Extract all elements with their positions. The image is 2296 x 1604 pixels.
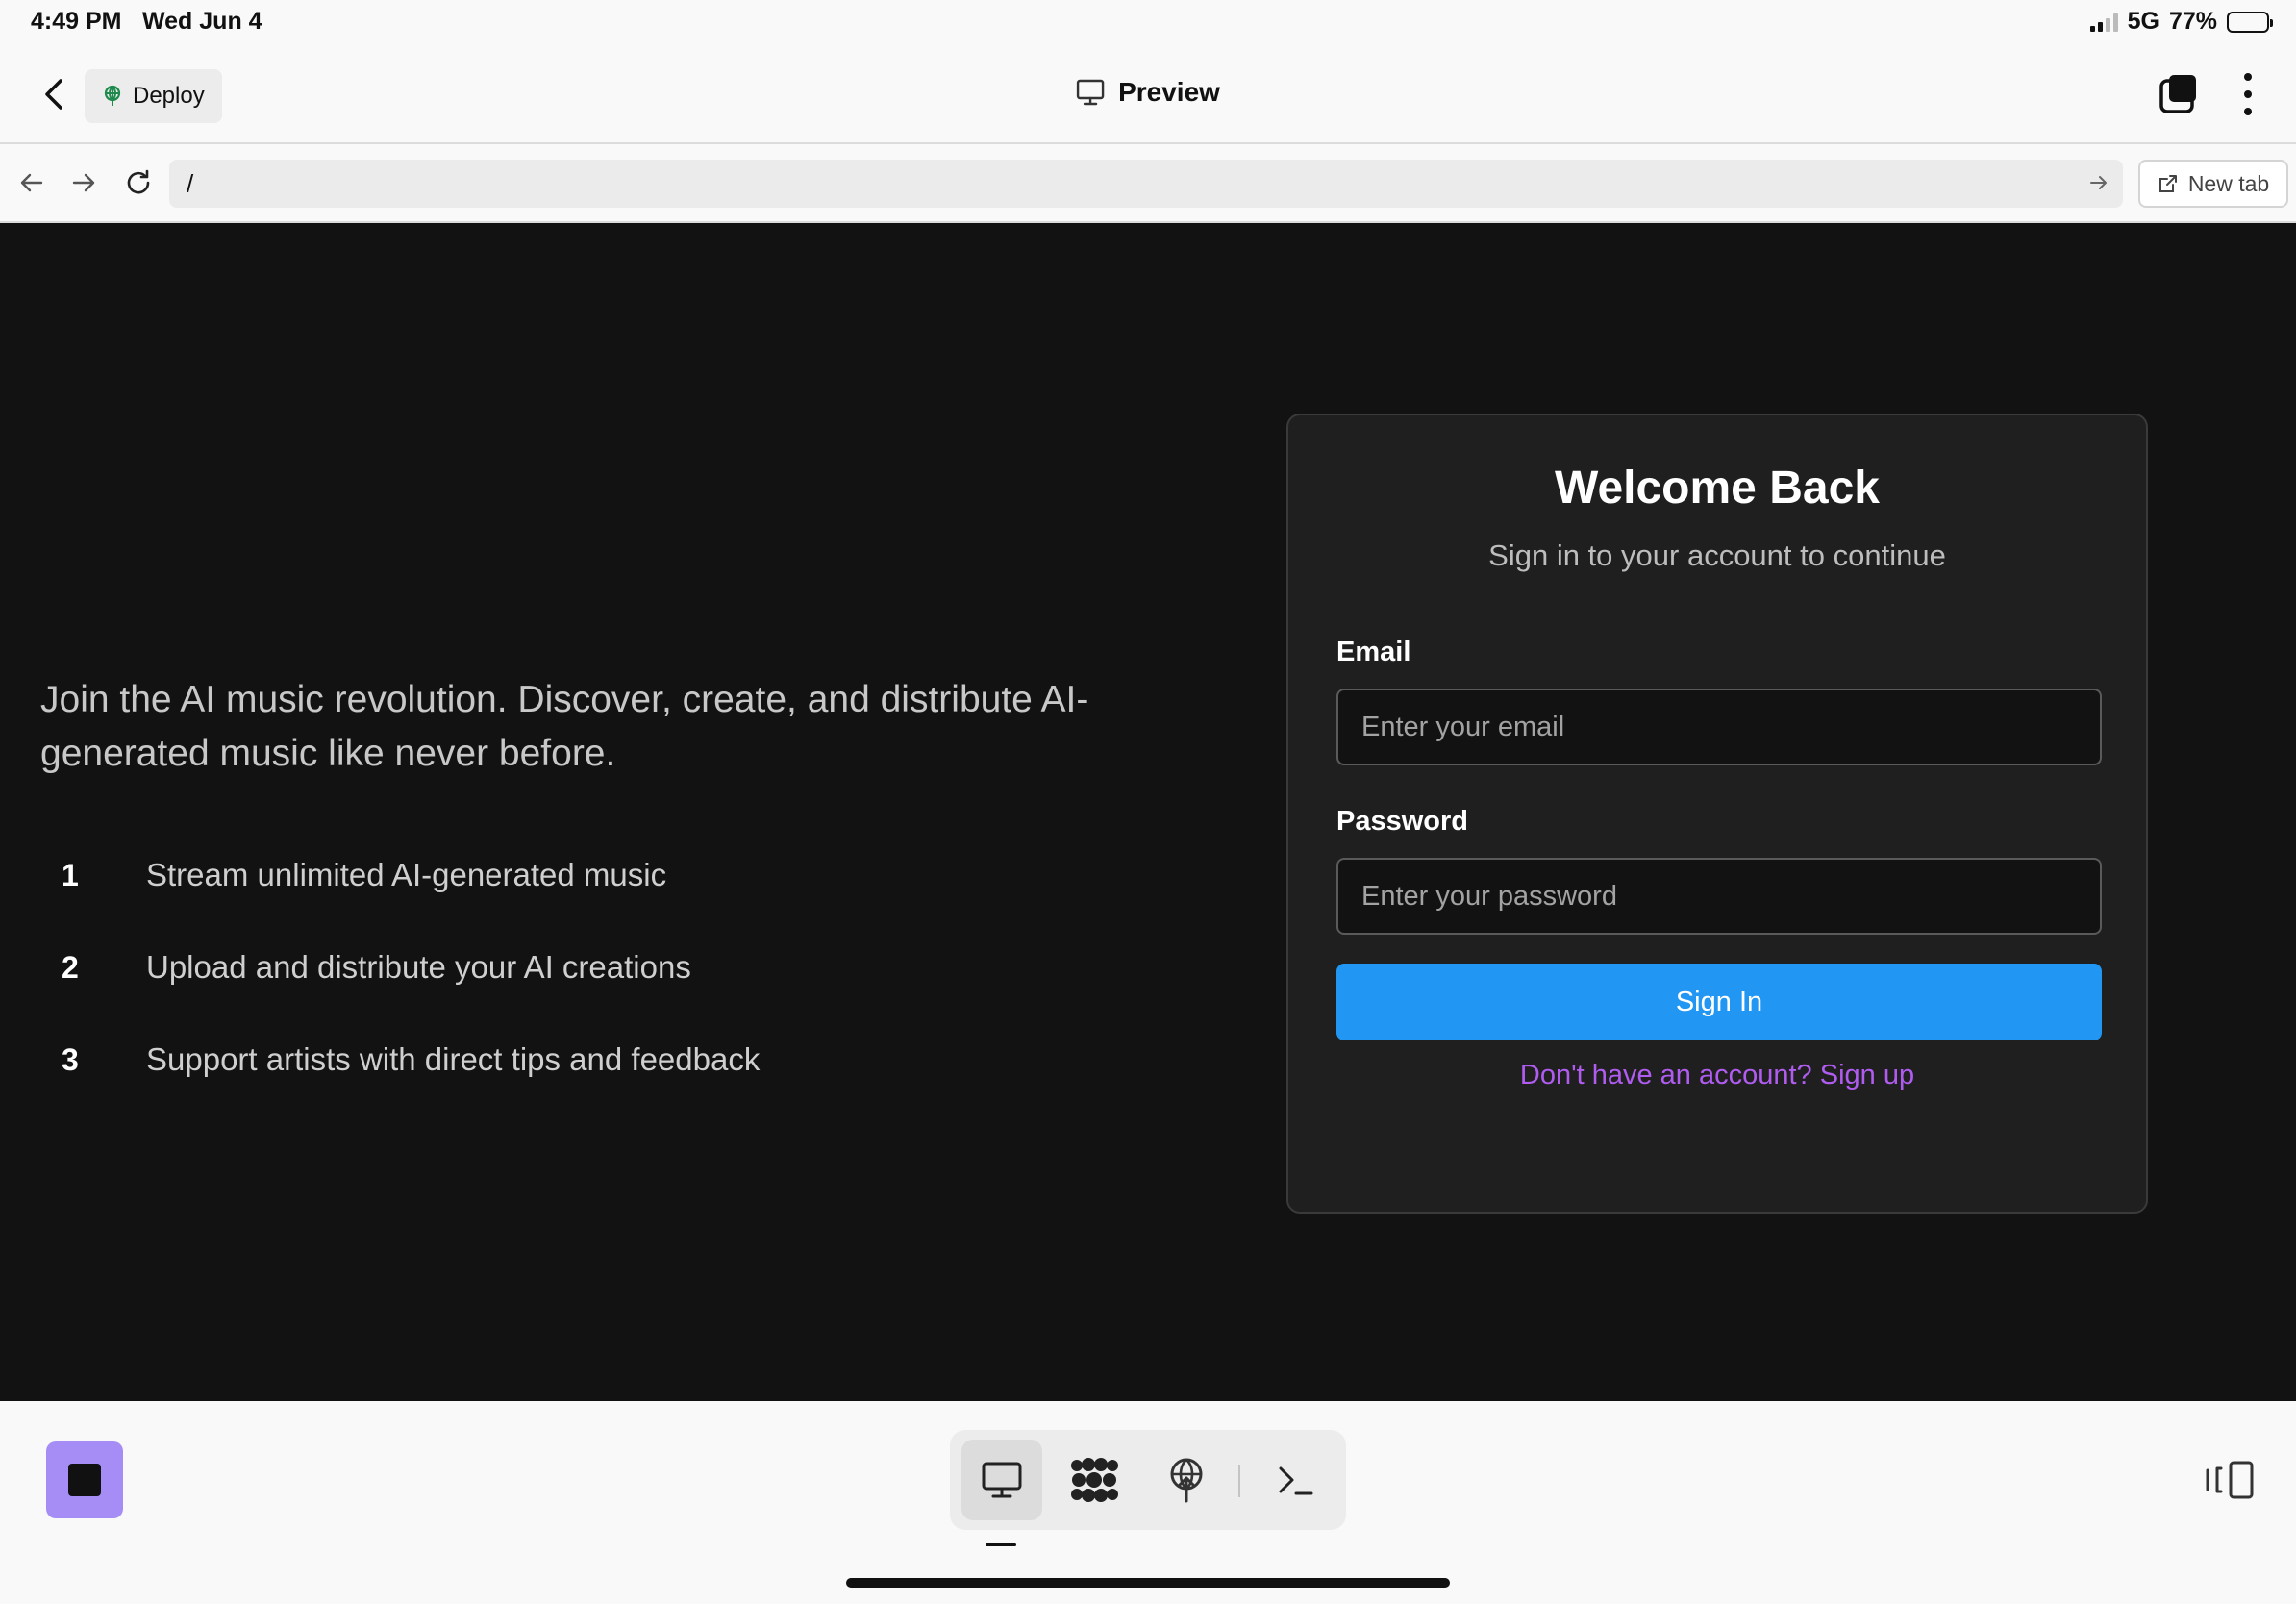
preview-tab[interactable]	[961, 1440, 1042, 1520]
url-text: /	[187, 168, 194, 198]
terminal-icon	[1279, 1466, 1313, 1495]
shell-tab[interactable]	[1256, 1440, 1336, 1520]
chevron-left-icon	[45, 79, 62, 110]
monitor-icon	[982, 1462, 1022, 1498]
view-switcher	[950, 1430, 1346, 1530]
deploy-label: Deploy	[133, 83, 205, 109]
url-bar: / New tab	[0, 144, 2296, 223]
feature-number: 1	[62, 857, 79, 892]
feature-text: Support artists with direct tips and fee…	[146, 1041, 761, 1077]
more-options-button[interactable]	[2238, 73, 2258, 115]
tabs-icon	[2159, 75, 2196, 113]
feature-list: 1 Stream unlimited AI-generated music 2 …	[62, 829, 760, 1106]
feature-text: Stream unlimited AI-generated music	[146, 857, 667, 892]
tabs-button[interactable]	[2158, 73, 2200, 115]
login-subtitle: Sign in to your account to continue	[1488, 539, 1946, 572]
status-date: Wed Jun 4	[142, 8, 262, 35]
toolbar-divider	[1238, 1465, 1240, 1497]
password-label: Password	[1336, 806, 1468, 837]
web-preview: Join the AI music revolution. Discover, …	[0, 223, 2296, 1401]
feature-text: Upload and distribute your AI creations	[146, 949, 691, 985]
stop-button[interactable]	[46, 1441, 123, 1518]
back-button[interactable]	[35, 75, 73, 113]
sidebar-toggle-icon	[2206, 1461, 2254, 1499]
reload-icon	[127, 169, 150, 194]
cellular-signal-icon	[2089, 13, 2118, 32]
battery-percent: 77%	[2168, 8, 2217, 35]
password-field[interactable]	[1336, 858, 2102, 935]
deploy-icon	[1170, 1458, 1203, 1503]
network-label: 5G	[2127, 8, 2159, 35]
active-tab-indicator	[986, 1543, 1016, 1546]
new-tab-button[interactable]: New tab	[2138, 160, 2288, 208]
battery-icon	[2227, 11, 2273, 33]
deploy-tab[interactable]	[1146, 1440, 1227, 1520]
url-input[interactable]: /	[169, 160, 2123, 208]
home-indicator	[846, 1578, 1450, 1588]
arrow-right-icon	[72, 173, 95, 192]
deploy-button[interactable]: Deploy	[85, 69, 222, 123]
list-item: 1 Stream unlimited AI-generated music	[62, 829, 760, 921]
app-header: Deploy Preview	[0, 46, 2296, 144]
external-link-icon	[2159, 175, 2177, 192]
sign-in-button[interactable]: Sign In	[1336, 964, 2102, 1040]
email-label: Email	[1336, 637, 1411, 667]
monitor-icon	[1076, 79, 1105, 106]
reload-button[interactable]	[119, 163, 158, 202]
list-item: 3 Support artists with direct tips and f…	[62, 1014, 760, 1106]
bottom-toolbar	[0, 1401, 2296, 1604]
browser-forward-button[interactable]	[65, 163, 104, 202]
more-dots-icon	[2244, 73, 2252, 81]
list-item: 2 Upload and distribute your AI creation…	[62, 921, 760, 1014]
toggle-panel-button[interactable]	[2204, 1459, 2256, 1501]
sign-up-link[interactable]: Don't have an account? Sign up	[1288, 1060, 2146, 1091]
packages-icon	[1071, 1458, 1118, 1502]
arrow-left-icon	[20, 173, 43, 192]
browser-back-button[interactable]	[12, 163, 50, 202]
stop-icon	[68, 1464, 101, 1496]
page-title: Preview	[1076, 77, 1220, 108]
status-time: 4:49 PM	[31, 8, 122, 35]
packages-tab[interactable]	[1054, 1440, 1135, 1520]
intro-text: Join the AI music revolution. Discover, …	[40, 679, 1089, 774]
page-title-text: Preview	[1118, 77, 1220, 107]
new-tab-label: New tab	[2187, 170, 2270, 196]
login-title: Welcome Back	[1555, 463, 1880, 514]
email-field[interactable]	[1336, 689, 2102, 765]
status-indicators: 5G 77%	[2089, 8, 2273, 36]
status-bar: 4:49 PM Wed Jun 4 5G 77%	[0, 0, 2296, 46]
login-card: Welcome Back Sign in to your account to …	[1286, 414, 2148, 1214]
go-arrow-icon[interactable]	[2088, 172, 2109, 193]
feature-number: 2	[62, 949, 79, 985]
feature-number: 3	[62, 1041, 79, 1077]
deploy-globe-icon	[104, 85, 121, 106]
